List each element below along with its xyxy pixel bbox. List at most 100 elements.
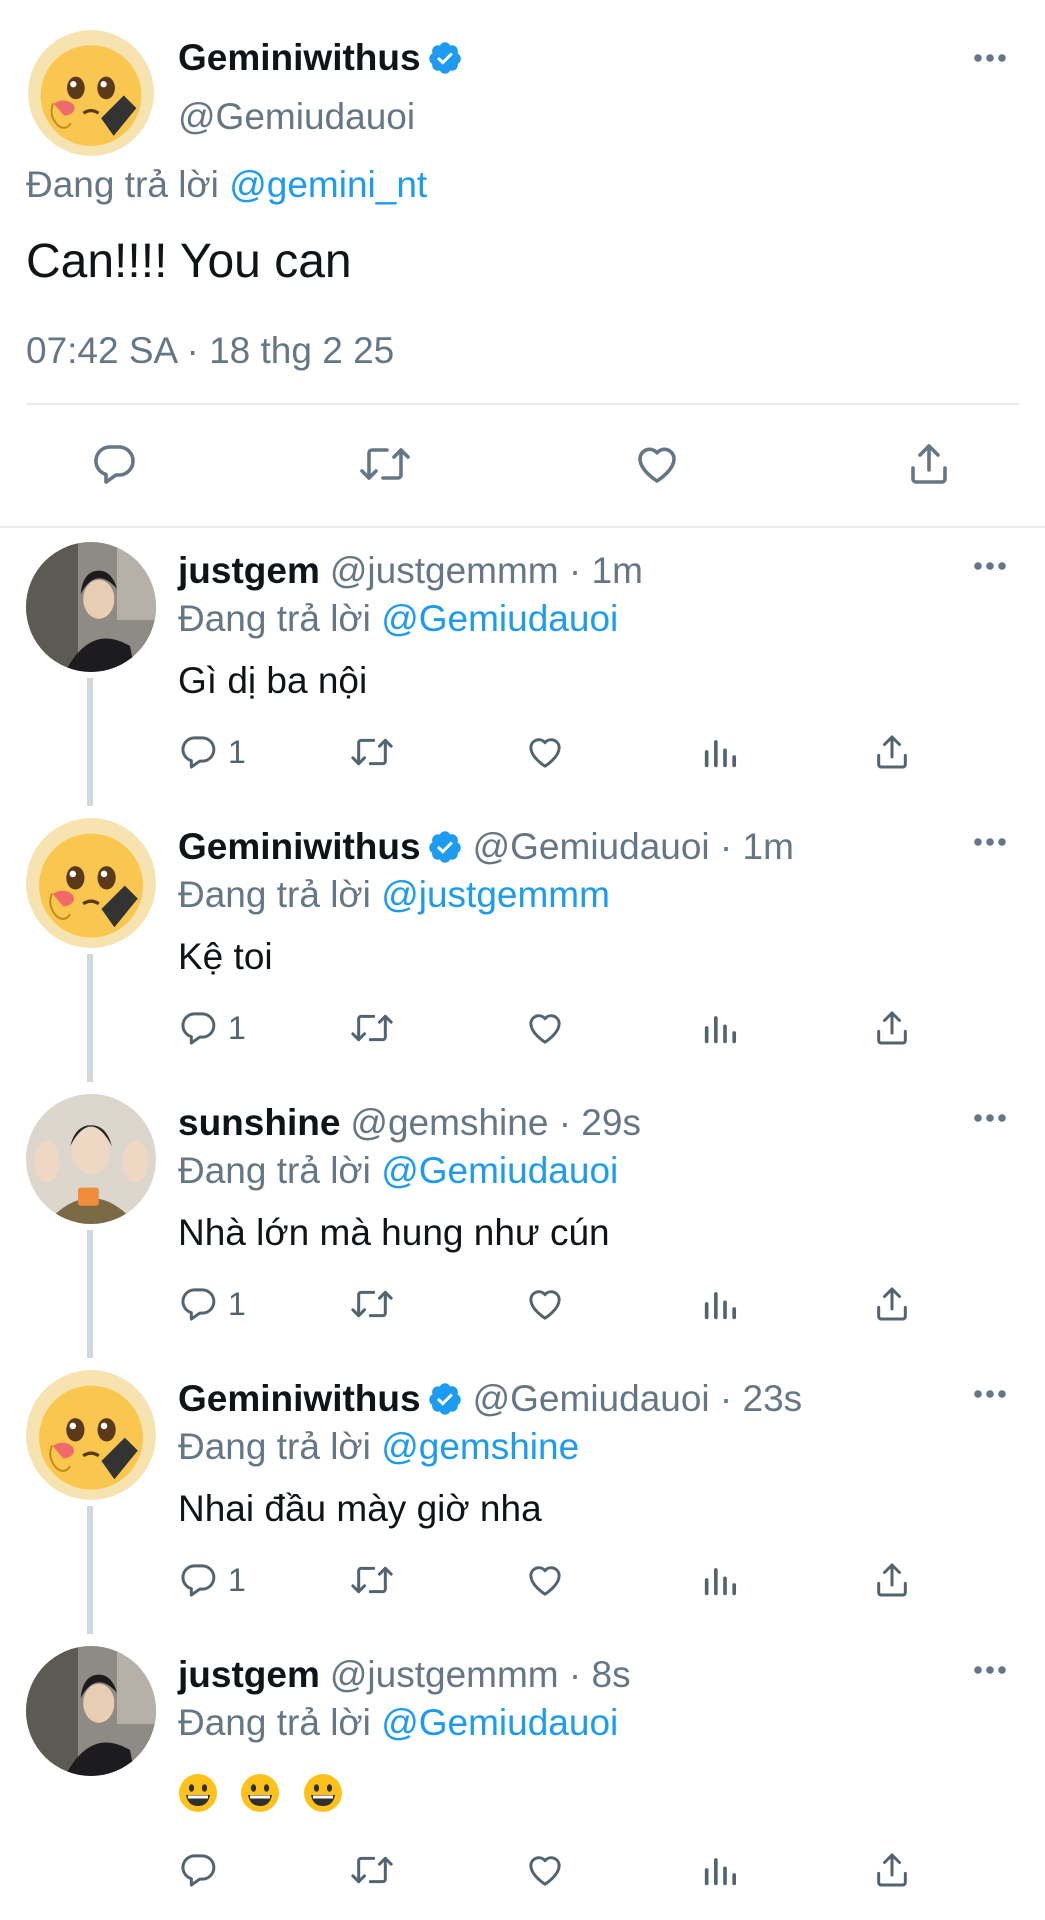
avatar[interactable] (28, 30, 154, 156)
replying-to: Đang trả lời @gemini_nt (26, 164, 427, 206)
like-button[interactable] (524, 1560, 566, 1600)
author-name[interactable]: sunshine (178, 1102, 340, 1144)
avatar[interactable] (26, 1094, 156, 1224)
retweet-button[interactable] (357, 440, 413, 488)
analytics-icon (704, 1016, 736, 1044)
reply-button[interactable] (90, 440, 138, 488)
author-name[interactable]: Geminiwithus (178, 826, 421, 868)
reply-header: Geminiwithus @Gemiudauoi · 23s (178, 1376, 802, 1422)
replying-to: Đang trả lời @gemshine (178, 1426, 579, 1468)
like-button[interactable] (524, 1284, 566, 1324)
share-button[interactable] (872, 1284, 912, 1324)
share-button[interactable] (905, 440, 953, 488)
replying-to-link[interactable]: @justgemmm (381, 874, 610, 915)
avatar[interactable] (26, 542, 156, 672)
retweet-button[interactable] (348, 1008, 396, 1048)
retweet-button[interactable] (348, 1284, 396, 1324)
reply-count: 1 (228, 1009, 246, 1046)
replying-to-link[interactable]: @Gemiudauoi (381, 1150, 618, 1191)
tweet-timestamp[interactable]: 07:42 SA · 18 thg 2 25 (26, 330, 394, 372)
divider (26, 403, 1019, 405)
reply-button[interactable]: 1 (178, 1560, 246, 1600)
more-options-icon[interactable] (972, 1664, 1008, 1676)
like-icon (529, 1290, 561, 1320)
more-options-icon[interactable] (972, 1112, 1008, 1124)
retweet-button[interactable] (348, 732, 396, 772)
replying-label: Đang trả lời (178, 1426, 371, 1467)
like-icon (529, 1014, 561, 1044)
more-options-icon[interactable] (972, 836, 1008, 848)
share-button[interactable] (872, 732, 912, 772)
reply-text: Nhai đầu mày giờ nha (178, 1488, 542, 1529)
reply-header: sunshine @gemshine · 29s (178, 1100, 641, 1146)
replying-to-link[interactable]: @Gemiudauoi (381, 1702, 618, 1743)
analytics-button[interactable] (700, 732, 740, 772)
retweet-button[interactable] (348, 1560, 396, 1600)
author-name[interactable]: justgem (178, 1654, 320, 1696)
like-button[interactable] (632, 440, 682, 488)
reply-tweet[interactable]: Geminiwithus @Gemiudauoi · 23s Đang trả … (0, 1356, 1045, 1634)
reply-tweet[interactable]: sunshine @gemshine · 29s Đang trả lời @G… (0, 1080, 1045, 1358)
author-name[interactable]: justgem (178, 550, 320, 592)
reply-actions: 1 (0, 1560, 1045, 1604)
like-button[interactable] (524, 1850, 566, 1890)
share-icon (877, 1011, 907, 1045)
grinning-face-emoji-icon (178, 1773, 218, 1813)
analytics-icon (704, 740, 736, 768)
replying-label: Đang trả lời (26, 164, 219, 205)
author-handle-time[interactable]: @Gemiudauoi · 23s (473, 1378, 803, 1420)
retweet-icon (351, 1566, 393, 1594)
analytics-icon (704, 1858, 736, 1886)
author-name[interactable]: Geminiwithus (178, 37, 421, 79)
share-icon (877, 1853, 907, 1887)
more-options-icon[interactable] (972, 560, 1008, 572)
avatar[interactable] (26, 818, 156, 948)
avatar[interactable] (26, 1370, 156, 1500)
retweet-icon (351, 1014, 393, 1042)
reply-icon (94, 445, 135, 484)
like-button[interactable] (524, 732, 566, 772)
analytics-button[interactable] (700, 1560, 740, 1600)
analytics-button[interactable] (700, 1850, 740, 1890)
replying-label: Đang trả lời (178, 1702, 371, 1743)
analytics-button[interactable] (700, 1008, 740, 1048)
like-icon (638, 447, 676, 483)
replying-to-link[interactable]: @gemshine (381, 1426, 579, 1467)
person-photo-icon (26, 1646, 156, 1776)
author-name[interactable]: Geminiwithus (178, 1378, 421, 1420)
reply-button[interactable]: 1 (178, 732, 246, 772)
author-handle-time[interactable]: @justgemmm · 1m (330, 550, 643, 592)
replying-to-link[interactable]: @gemini_nt (229, 164, 427, 205)
share-button[interactable] (872, 1850, 912, 1890)
main-tweet: Geminiwithus @Gemiudauoi Đang trả lời @g… (0, 0, 1045, 528)
replying-to-link[interactable]: @Gemiudauoi (381, 598, 618, 639)
reply-button[interactable] (178, 1850, 228, 1890)
grinning-face-emoji-icon (303, 1773, 343, 1813)
share-button[interactable] (872, 1008, 912, 1048)
share-icon (911, 444, 947, 484)
share-icon (877, 1287, 907, 1321)
author-handle-time[interactable]: @justgemmm · 8s (330, 1654, 631, 1696)
reply-button[interactable]: 1 (178, 1284, 246, 1324)
avatar[interactable] (26, 1646, 156, 1776)
author-handle[interactable]: @Gemiudauoi (178, 96, 415, 138)
analytics-icon (704, 1292, 736, 1320)
reply-actions: 1 (0, 1008, 1045, 1052)
more-options-icon[interactable] (972, 1388, 1008, 1400)
retweet-button[interactable] (348, 1850, 396, 1890)
author-handle-time[interactable]: @Gemiudauoi · 1m (473, 826, 794, 868)
reply-tweet[interactable]: justgem @justgemmm · 8s Đang trả lời @Ge… (0, 1632, 1045, 1908)
author-handle-time[interactable]: @gemshine · 29s (350, 1102, 641, 1144)
share-button[interactable] (872, 1560, 912, 1600)
like-button[interactable] (524, 1008, 566, 1048)
reply-tweet[interactable]: justgem @justgemmm · 1m Đang trả lời @Ge… (0, 528, 1045, 806)
analytics-button[interactable] (700, 1284, 740, 1324)
reply-button[interactable]: 1 (178, 1008, 246, 1048)
retweet-icon (351, 1856, 393, 1884)
reply-icon (181, 1564, 216, 1597)
reply-count: 1 (228, 733, 246, 770)
reply-tweet[interactable]: Geminiwithus @Gemiudauoi · 1m Đang trả l… (0, 804, 1045, 1082)
more-options-icon[interactable] (972, 52, 1008, 64)
retweet-icon (351, 1290, 393, 1318)
replying-to: Đang trả lời @justgemmm (178, 874, 610, 916)
